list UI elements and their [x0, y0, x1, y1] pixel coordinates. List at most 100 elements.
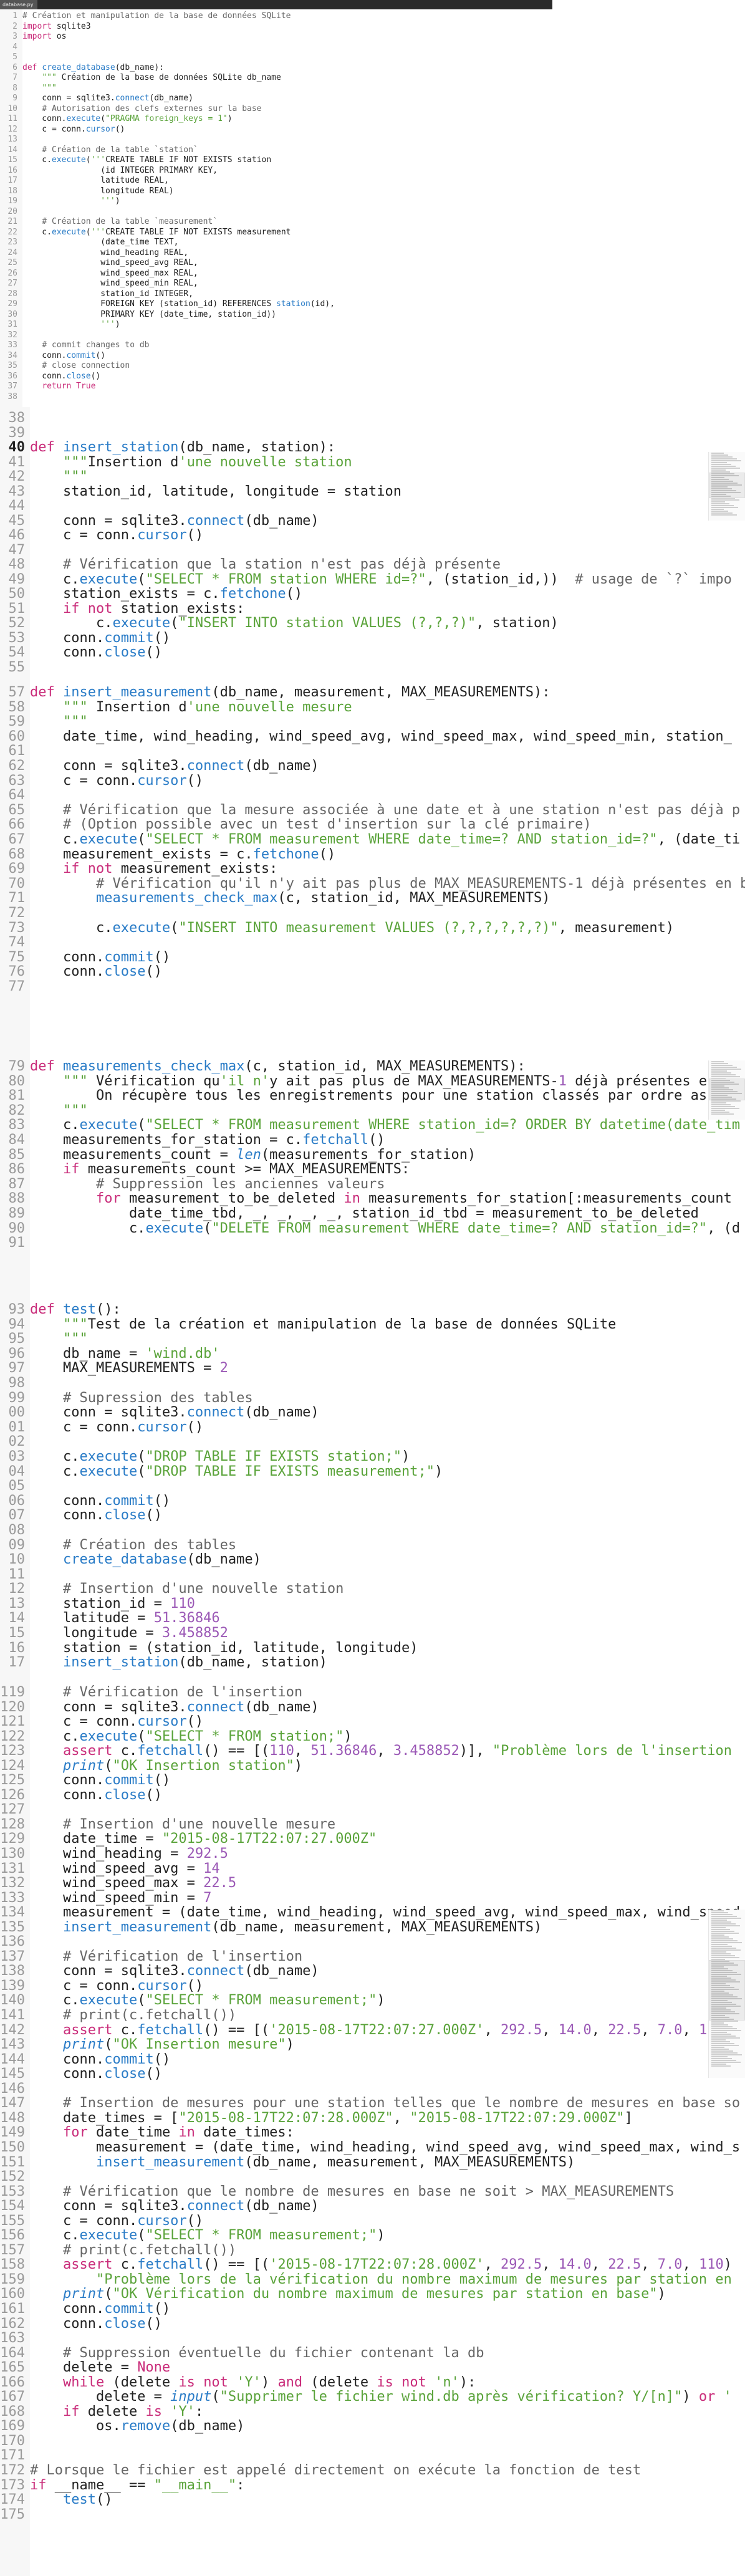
code-line[interactable]: 2 import sqlite3 [0, 22, 335, 32]
minimap[interactable] [708, 452, 745, 521]
code-line[interactable]: 13 [0, 135, 335, 145]
code-line[interactable]: 01 c = conn.cursor() [0, 1420, 616, 1435]
code-line[interactable]: 129 date_time = "2015-08-17T22:07:27.000… [0, 1832, 745, 1847]
code-line[interactable]: 157 # print(c.fetchall()) [0, 2243, 745, 2258]
code-line[interactable]: 11 conn.execute("PRAGMA foreign_keys = 1… [0, 114, 335, 125]
code-line[interactable]: 05 [0, 1479, 616, 1494]
code-line[interactable]: 146 [0, 2082, 745, 2097]
code-line[interactable]: 119 # Vérification de l'insertion [0, 1685, 745, 1700]
code-line[interactable]: 60 date_time, wind_heading, wind_speed_a… [0, 729, 745, 744]
code-line[interactable]: 174 test() [0, 2492, 745, 2507]
code-line[interactable]: 20 [0, 207, 335, 218]
code-line[interactable]: 11 [0, 1567, 616, 1582]
code-line[interactable]: 134 measurement = (date_time, wind_headi… [0, 1905, 745, 1920]
code-line[interactable]: 53 conn.commit() [0, 630, 732, 646]
code-line[interactable]: 159 "Problème lors de la vérification du… [0, 2272, 745, 2287]
code-line[interactable]: 54 conn.close() [0, 645, 732, 660]
code-line[interactable]: 155 c = conn.cursor() [0, 2213, 745, 2229]
code-lines[interactable]: 119 # Vérification de l'insertion 120 con… [0, 1685, 745, 2522]
code-line[interactable]: 15 c.execute('''CREATE TABLE IF NOT EXIS… [0, 155, 335, 166]
code-line[interactable]: 34 conn.commit() [0, 351, 335, 362]
minimap-viewport[interactable] [709, 1960, 745, 2021]
code-line[interactable]: 72 [0, 906, 745, 921]
code-line[interactable]: 145 conn.close() [0, 2067, 745, 2082]
code-line[interactable]: 47 [0, 542, 732, 558]
code-line[interactable]: 27 wind_speed_min REAL, [0, 279, 335, 289]
code-line[interactable]: 02 [0, 1435, 616, 1449]
code-line[interactable]: 74 [0, 935, 745, 950]
minimap-viewport[interactable] [709, 473, 745, 498]
code-line[interactable]: 175 [0, 2507, 745, 2522]
code-line[interactable]: 29 FOREIGN KEY (station_id) REFERENCES s… [0, 299, 335, 310]
code-line[interactable]: 94 """Test de la création et manipulatio… [0, 1317, 617, 1332]
code-line[interactable]: 14 # Création de la table `station` [0, 145, 335, 156]
code-line[interactable]: 131 wind_speed_avg = 14 [0, 1861, 745, 1877]
code-line[interactable]: 50 station_exists = c.fetchone() [0, 587, 732, 602]
code-line[interactable]: 45 conn = sqlite3.connect(db_name) [0, 513, 732, 529]
code-line[interactable]: 13 station_id = 110 [0, 1597, 616, 1612]
code-line[interactable]: 99 # Supression des tables [0, 1390, 616, 1406]
code-line[interactable]: 132 wind_speed_max = 22.5 [0, 1876, 745, 1891]
code-line[interactable]: 91 [0, 1236, 740, 1251]
code-line[interactable]: 151 insert_measurement(db_name, measurem… [0, 2155, 745, 2170]
code-line[interactable]: 144 conn.commit() [0, 2052, 745, 2067]
code-line[interactable]: 03 c.execute("DROP TABLE IF EXISTS stati… [0, 1449, 616, 1464]
code-line[interactable]: 33 # commit changes to db [0, 340, 335, 351]
code-line[interactable]: 158 assert c.fetchall() == [('2015-08-17… [0, 2257, 745, 2272]
code-line[interactable]: 55 [0, 660, 732, 675]
code-lines[interactable]: 1 # Création et manipulation de la base d… [0, 11, 335, 402]
minimap[interactable] [708, 1060, 745, 1120]
code-line[interactable]: 88 for measurement_to_be_deleted in meas… [0, 1191, 740, 1206]
code-line[interactable]: 17 latitude REAL, [0, 176, 335, 186]
code-line[interactable]: 83 c.execute("SELECT * FROM measurement … [0, 1118, 741, 1133]
code-line[interactable]: 48 # Vérification que la station n'est p… [0, 557, 732, 572]
code-line[interactable]: 169 os.remove(db_name) [0, 2419, 745, 2434]
code-line[interactable]: 165 delete = None [0, 2360, 745, 2375]
code-line[interactable]: 67 c.execute("SELECT * FROM measurement … [0, 832, 745, 847]
code-line[interactable]: 57 def insert_measurement(db_name, measur… [0, 685, 745, 700]
code-line[interactable]: 153 # Vérification que le nombre de mesu… [0, 2184, 745, 2199]
code-line[interactable]: 123 assert c.fetchall() == [(110, 51.368… [0, 1744, 745, 1759]
code-line[interactable]: 23 (date_time TEXT, [0, 238, 335, 248]
code-line[interactable]: 73 c.execute("INSERT INTO measurement VA… [0, 920, 745, 936]
code-line[interactable]: 35 # close connection [0, 361, 335, 372]
code-line[interactable]: 133 wind_speed_min = 7 [0, 1890, 745, 1906]
code-line[interactable]: 136 [0, 1934, 745, 1949]
code-line[interactable]: 137 # Vérification de l'insertion [0, 1949, 745, 1964]
code-line[interactable]: 135 insert_measurement(db_name, measurem… [0, 1920, 745, 1935]
code-line[interactable]: 66 # (Option possible avec un test d'ins… [0, 817, 745, 832]
code-line[interactable]: 97 MAX_MEASUREMENTS = 2 [0, 1361, 616, 1376]
code-line[interactable]: 163 [0, 2331, 745, 2346]
code-line[interactable]: 170 [0, 2434, 745, 2449]
code-line[interactable]: 61 [0, 744, 745, 759]
code-line[interactable]: 15 longitude = 3.458852 [0, 1626, 616, 1641]
code-line[interactable]: 00 conn = sqlite3.connect(db_name) [0, 1405, 616, 1420]
code-line[interactable]: 58 """ Insertion d'une nouvelle mesure [0, 699, 745, 715]
code-line[interactable]: 173 if __name__ == "__main__": [0, 2477, 745, 2493]
code-line[interactable]: 39 [0, 425, 732, 441]
code-line[interactable]: 07 conn.close() [0, 1508, 616, 1523]
code-line[interactable]: 69 if not measurement_exists: [0, 862, 745, 877]
code-line[interactable]: 1 # Création et manipulation de la base d… [0, 11, 335, 22]
code-line[interactable]: 160 print("OK Vérification du nombre max… [0, 2287, 745, 2302]
code-line[interactable]: 6 def create_database(db_name): [0, 63, 335, 74]
code-line[interactable]: 130 wind_heading = 292.5 [0, 1847, 745, 1862]
code-line[interactable]: 14 latitude = 51.36846 [0, 1611, 616, 1626]
code-lines[interactable]: 93 def test(): 94 """Test de la création e… [0, 1302, 617, 1670]
code-line[interactable]: 51 if not station_exists: [0, 601, 732, 617]
code-line[interactable]: 140 c.execute("SELECT * FROM measurement… [0, 1993, 745, 2008]
code-line[interactable]: 26 wind_speed_max REAL, [0, 269, 335, 279]
code-line[interactable]: 30 PRIMARY KEY (date_time, station_id)) [0, 310, 335, 320]
code-line[interactable]: 90 c.execute("DELETE FROM measurement WH… [0, 1221, 741, 1236]
code-line[interactable]: 64 [0, 788, 745, 803]
code-line[interactable]: 89 date_time_tbd, _, _, _, _, station_id… [0, 1206, 740, 1221]
code-lines[interactable]: 79 def measurements_check_max(c, station_… [0, 1059, 741, 1251]
code-line[interactable]: 9 conn = sqlite3.connect(db_name) [0, 94, 335, 104]
code-line[interactable]: 166 while (delete is not 'Y') and (delet… [0, 2375, 745, 2390]
code-line[interactable]: 148 date_times = ["2015-08-17T22:07:28.0… [0, 2111, 745, 2126]
code-line[interactable]: 37 return True [0, 382, 335, 392]
code-line[interactable]: 46 c = conn.cursor() [0, 528, 732, 543]
code-line[interactable]: 86 if measurements_count >= MAX_MEASUREM… [0, 1162, 740, 1177]
code-line[interactable]: 19 ''') [0, 196, 335, 207]
code-line[interactable]: 138 conn = sqlite3.connect(db_name) [0, 1964, 745, 1979]
